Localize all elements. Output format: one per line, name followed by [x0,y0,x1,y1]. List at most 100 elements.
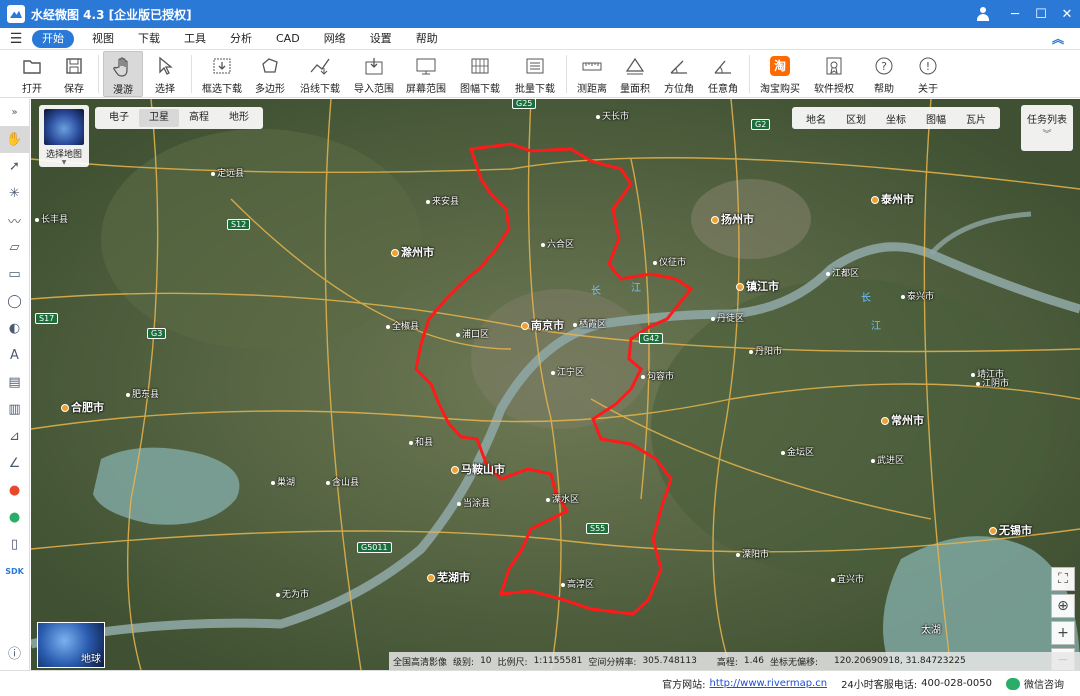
import-range-button[interactable]: 导入范围 [348,51,400,97]
open-button[interactable]: 打开 [10,51,54,97]
menu-help[interactable]: 帮助 [404,30,450,48]
phone-icon[interactable]: ▯ [0,531,30,558]
map-type-selector[interactable]: 选择地图 ▼ [39,105,89,167]
measure-distance-button[interactable]: 测距离 [571,51,613,97]
menu-settings[interactable]: 设置 [358,30,404,48]
title-bar: 水经微图 4.3 [企业版已授权] ─ ☐ ✕ [0,0,1080,28]
tab-tiles[interactable]: 瓦片 [956,111,996,126]
taobao-buy-button[interactable]: 淘 淘宝购买 [754,51,806,97]
map-canvas[interactable]: 南京市 扬州市 镇江市 泰州市 常州市 无锡市 合肥市 滁州市 马鞍山市 芜湖市… [31,99,1080,670]
locate-icon[interactable]: ⊕ [1051,594,1075,618]
area-tool-icon[interactable]: ▥ [0,396,30,423]
maximize-button[interactable]: ☐ [1028,0,1054,28]
menu-analysis[interactable]: 分析 [218,30,264,48]
map-label: 丹徒区 [711,311,744,324]
map-status-bar: 全国高清影像 级别: 10 比例尺: 1:1155581 空间分辨率: 305.… [389,652,1080,670]
line-download-button[interactable]: 沿线下载 [292,51,348,97]
layer-tabs: 电子 卫星 高程 地形 [95,107,263,129]
globe-view-button[interactable]: 地球 [37,622,105,668]
screen-icon [415,55,437,77]
link-icon[interactable]: ● [0,504,30,531]
menu-tools[interactable]: 工具 [172,30,218,48]
map-label: 金坛区 [781,445,814,458]
menu-view[interactable]: 视图 [80,30,126,48]
resolution-label: 空间分辨率: [588,657,637,668]
pan-tool-icon[interactable]: ✋ [0,126,30,153]
chevron-down-icon: ︾ [1042,130,1052,140]
tab-elevation[interactable]: 高程 [179,109,219,127]
azimuth-button[interactable]: 方位角 [657,51,701,97]
user-icon[interactable] [976,7,990,21]
help-button[interactable]: ? 帮助 [862,51,906,97]
close-button[interactable]: ✕ [1054,0,1080,28]
wechat-icon[interactable] [1006,677,1020,690]
any-angle-button[interactable]: 任意角 [701,51,745,97]
level-label: 级别: [453,657,475,668]
map-label: 江阴市 [976,376,1009,389]
task-list-button[interactable]: 任务列表 ︾ [1021,105,1073,151]
map-label: 芜湖市 [427,569,470,585]
tab-coordinates[interactable]: 坐标 [876,111,916,126]
menu-cad[interactable]: CAD [264,30,312,48]
fullscreen-icon[interactable]: ⛶ [1051,567,1075,591]
map-label: 无为市 [276,587,309,600]
angle-tool-icon[interactable]: ∠ [0,450,30,477]
screen-range-button[interactable]: 屏幕范围 [400,51,452,97]
river-label: 长 [591,286,601,297]
tab-terrain[interactable]: 地形 [219,109,259,127]
tab-electronic[interactable]: 电子 [99,109,139,127]
box-download-button[interactable]: 框选下载 [196,51,248,97]
map-label: 滁州市 [391,244,434,260]
hamburger-menu-icon[interactable]: ☰ [0,31,32,47]
save-button[interactable]: 保存 [54,51,94,97]
sector-tool-icon[interactable]: ◐ [0,315,30,342]
map-label: 高淳区 [561,577,594,590]
tab-satellite[interactable]: 卫星 [139,109,179,127]
polygon-icon [259,55,281,77]
sdk-icon[interactable]: SDK [0,558,30,585]
menu-start[interactable]: 开始 [32,29,74,48]
azimuth-tool-icon[interactable]: ⊿ [0,423,30,450]
polygon-button[interactable]: 多边形 [248,51,292,97]
select-tool-icon[interactable]: ➚ [0,153,30,180]
about-button[interactable]: ! 关于 [906,51,950,97]
sheet-download-button[interactable]: 图幅下载 [452,51,508,97]
polyline-tool-icon[interactable]: 〰 [0,207,30,234]
measure-area-button[interactable]: 量面积 [613,51,657,97]
help-circle-icon[interactable]: ⓘ [0,639,30,666]
software-license-button[interactable]: 软件授权 [806,51,862,97]
road-shield: S55 [586,523,610,534]
expand-sidebar-icon[interactable]: » [0,99,30,126]
map-label: 和县 [409,435,433,448]
tab-sheets[interactable]: 图幅 [916,111,956,126]
info-icon: ! [917,55,939,77]
map-label: 宜兴市 [831,572,864,585]
marker-tool-icon[interactable]: ✳ [0,180,30,207]
line-download-icon [309,55,331,77]
help-icon: ? [873,55,895,77]
zoom-in-button[interactable]: + [1051,621,1075,645]
menu-download[interactable]: 下载 [126,30,172,48]
collapse-ribbon-icon[interactable]: ︽ [1052,30,1064,47]
rectangle-tool-icon[interactable]: ▭ [0,261,30,288]
website-link[interactable]: http://www.rivermap.cn [710,678,828,689]
minimize-button[interactable]: ─ [1002,0,1028,28]
toolbar-separator [191,54,192,93]
angle-icon [712,55,734,77]
map-label: 浦口区 [456,327,489,340]
wechat-consult-link[interactable]: 微信咨询 [1024,676,1064,691]
select-button[interactable]: 选择 [143,51,187,97]
ruler-tool-icon[interactable]: ▤ [0,369,30,396]
text-tool-icon[interactable]: A [0,342,30,369]
satellite-imagery [31,99,1080,670]
tab-place-names[interactable]: 地名 [796,111,836,126]
weibo-icon[interactable]: ● [0,477,30,504]
circle-tool-icon[interactable]: ◯ [0,288,30,315]
pan-button[interactable]: 漫游 [103,50,143,97]
menu-network[interactable]: 网络 [312,30,358,48]
tab-divisions[interactable]: 区划 [836,111,876,126]
polygon-tool-icon[interactable]: ▱ [0,234,30,261]
map-label: 肥东县 [126,387,159,400]
batch-download-button[interactable]: 批量下载 [508,51,562,97]
toolbar-separator [749,54,750,93]
